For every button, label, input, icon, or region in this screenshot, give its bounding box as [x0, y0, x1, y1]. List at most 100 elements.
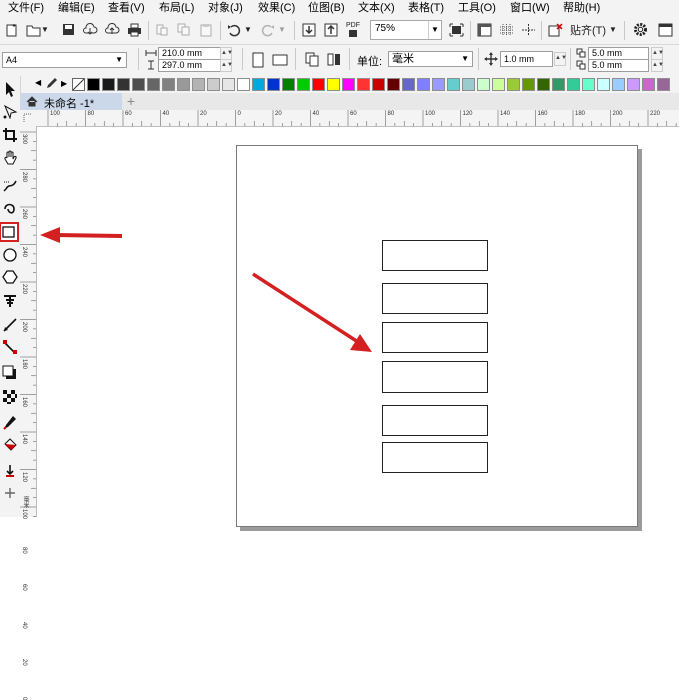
freehand-tool-icon[interactable]	[1, 176, 19, 194]
save-icon[interactable]	[58, 19, 78, 40]
color-swatch[interactable]	[462, 78, 475, 91]
duplicate-y-spinner[interactable]: ▲▼	[651, 59, 664, 72]
canvas-rectangle[interactable]	[382, 322, 488, 353]
color-swatch[interactable]	[387, 78, 400, 91]
color-swatch[interactable]	[132, 78, 145, 91]
color-swatch[interactable]	[492, 78, 505, 91]
menu-file[interactable]: 文件(F)	[8, 1, 44, 16]
color-swatch[interactable]	[612, 78, 625, 91]
palette-scroll-left-icon[interactable]: ◀	[35, 78, 41, 87]
color-swatch[interactable]	[657, 78, 670, 91]
cloud-upload-icon[interactable]	[102, 19, 122, 40]
paste-icon[interactable]	[196, 19, 216, 40]
color-swatch[interactable]	[432, 78, 445, 91]
parallel-dimension-tool-icon[interactable]	[1, 316, 19, 334]
color-swatch[interactable]	[117, 78, 130, 91]
units-dropdown-icon[interactable]: ▼	[461, 52, 469, 66]
page-size-dropdown-icon[interactable]: ▼	[115, 53, 123, 67]
vertical-ruler[interactable]: 300 280 260 240 220 200 180 160 140 120 100 80 60 40 2…	[20, 126, 37, 700]
show-grid-icon[interactable]	[496, 19, 516, 40]
open-dropdown-icon[interactable]: ▼	[40, 19, 50, 40]
color-swatch[interactable]	[537, 78, 550, 91]
interactive-fill-tool-icon[interactable]	[1, 436, 19, 454]
canvas-rectangle[interactable]	[382, 405, 488, 436]
cloud-download-icon[interactable]	[80, 19, 100, 40]
color-swatch[interactable]	[372, 78, 385, 91]
page-size-select[interactable]: A4 ▼	[2, 52, 127, 68]
landscape-orientation-icon[interactable]	[270, 49, 290, 70]
current-page-icon[interactable]	[324, 49, 344, 70]
color-swatch[interactable]	[102, 78, 115, 91]
drop-shadow-tool-icon[interactable]	[1, 364, 19, 382]
canvas-rectangle[interactable]	[382, 240, 488, 271]
pick-tool-icon[interactable]	[1, 80, 19, 98]
menu-window[interactable]: 窗口(W)	[510, 1, 550, 16]
publish-pdf-icon[interactable]: PDF	[343, 19, 363, 40]
color-swatch[interactable]	[582, 78, 595, 91]
canvas-rectangle[interactable]	[382, 361, 488, 393]
export-icon[interactable]	[321, 19, 341, 40]
print-icon[interactable]	[124, 19, 144, 40]
color-swatch[interactable]	[192, 78, 205, 91]
add-document-button[interactable]: +	[124, 93, 138, 110]
undo-icon[interactable]	[224, 19, 244, 40]
undo-dropdown-icon[interactable]: ▼	[243, 19, 253, 40]
color-swatch[interactable]	[327, 78, 340, 91]
duplicate-y-field[interactable]: 5.0 mm	[588, 59, 649, 72]
color-swatch[interactable]	[507, 78, 520, 91]
redo-icon[interactable]	[258, 19, 278, 40]
canvas-rectangle[interactable]	[382, 283, 488, 314]
new-document-icon[interactable]	[2, 19, 22, 40]
show-guidelines-icon[interactable]	[518, 19, 538, 40]
application-launcher-icon[interactable]	[655, 19, 675, 40]
snap-off-icon[interactable]	[545, 19, 565, 40]
home-icon[interactable]	[26, 96, 38, 107]
menu-object[interactable]: 对象(J)	[208, 1, 243, 16]
color-swatch[interactable]	[282, 78, 295, 91]
portrait-orientation-icon[interactable]	[248, 49, 268, 70]
nudge-distance-spinner[interactable]: ▲▼	[554, 52, 567, 66]
color-swatch[interactable]	[447, 78, 460, 91]
smart-draw-tool-icon[interactable]	[1, 198, 19, 216]
options-gear-icon[interactable]	[630, 19, 650, 40]
units-select[interactable]: 毫米 ▼	[388, 51, 473, 67]
ellipse-tool-icon[interactable]	[1, 246, 19, 264]
connector-tool-icon[interactable]	[1, 338, 19, 356]
menu-view[interactable]: 查看(V)	[108, 1, 145, 16]
page-height-field[interactable]: 297.0 mm	[158, 59, 221, 72]
color-swatch[interactable]	[567, 78, 580, 91]
menu-effects[interactable]: 效果(C)	[258, 1, 295, 16]
canvas-rectangle[interactable]	[382, 442, 488, 473]
all-pages-icon[interactable]	[302, 49, 322, 70]
color-swatch[interactable]	[312, 78, 325, 91]
menu-tools[interactable]: 工具(O)	[458, 1, 496, 16]
color-eyedropper-tool-icon[interactable]	[1, 414, 19, 432]
horizontal-ruler[interactable]: 100 80 60 40 20 0 20 40 60 80 100 120 140 160 180 200 22…	[36, 110, 679, 127]
zoom-level-combo[interactable]: 75% ▼	[370, 20, 442, 40]
color-swatch[interactable]	[147, 78, 160, 91]
zoom-dropdown-icon[interactable]: ▼	[428, 21, 441, 39]
transparency-tool-icon[interactable]	[1, 388, 19, 406]
color-swatch[interactable]	[237, 78, 250, 91]
color-swatch[interactable]	[177, 78, 190, 91]
color-swatch[interactable]	[402, 78, 415, 91]
nudge-distance-field[interactable]: 1.0 mm	[500, 51, 553, 67]
redo-dropdown-icon[interactable]: ▼	[277, 19, 287, 40]
color-swatch[interactable]	[522, 78, 535, 91]
color-swatch[interactable]	[297, 78, 310, 91]
full-screen-icon[interactable]	[446, 19, 466, 40]
cut-icon[interactable]	[152, 19, 172, 40]
color-swatch[interactable]	[162, 78, 175, 91]
menu-bitmaps[interactable]: 位图(B)	[308, 1, 345, 16]
color-swatch[interactable]	[87, 78, 100, 91]
rectangle-tool-icon[interactable]	[0, 222, 19, 242]
color-swatch[interactable]	[417, 78, 430, 91]
polygon-tool-icon[interactable]	[1, 268, 19, 286]
snap-to-menu[interactable]: 贴齐(T)	[568, 19, 608, 40]
snap-dropdown-icon[interactable]: ▼	[608, 19, 618, 40]
page-height-spinner[interactable]: ▲▼	[220, 59, 233, 72]
menu-layout[interactable]: 布局(L)	[159, 1, 194, 16]
menu-text[interactable]: 文本(X)	[358, 1, 395, 16]
ruler-origin-corner[interactable]	[20, 110, 37, 127]
color-swatch[interactable]	[642, 78, 655, 91]
